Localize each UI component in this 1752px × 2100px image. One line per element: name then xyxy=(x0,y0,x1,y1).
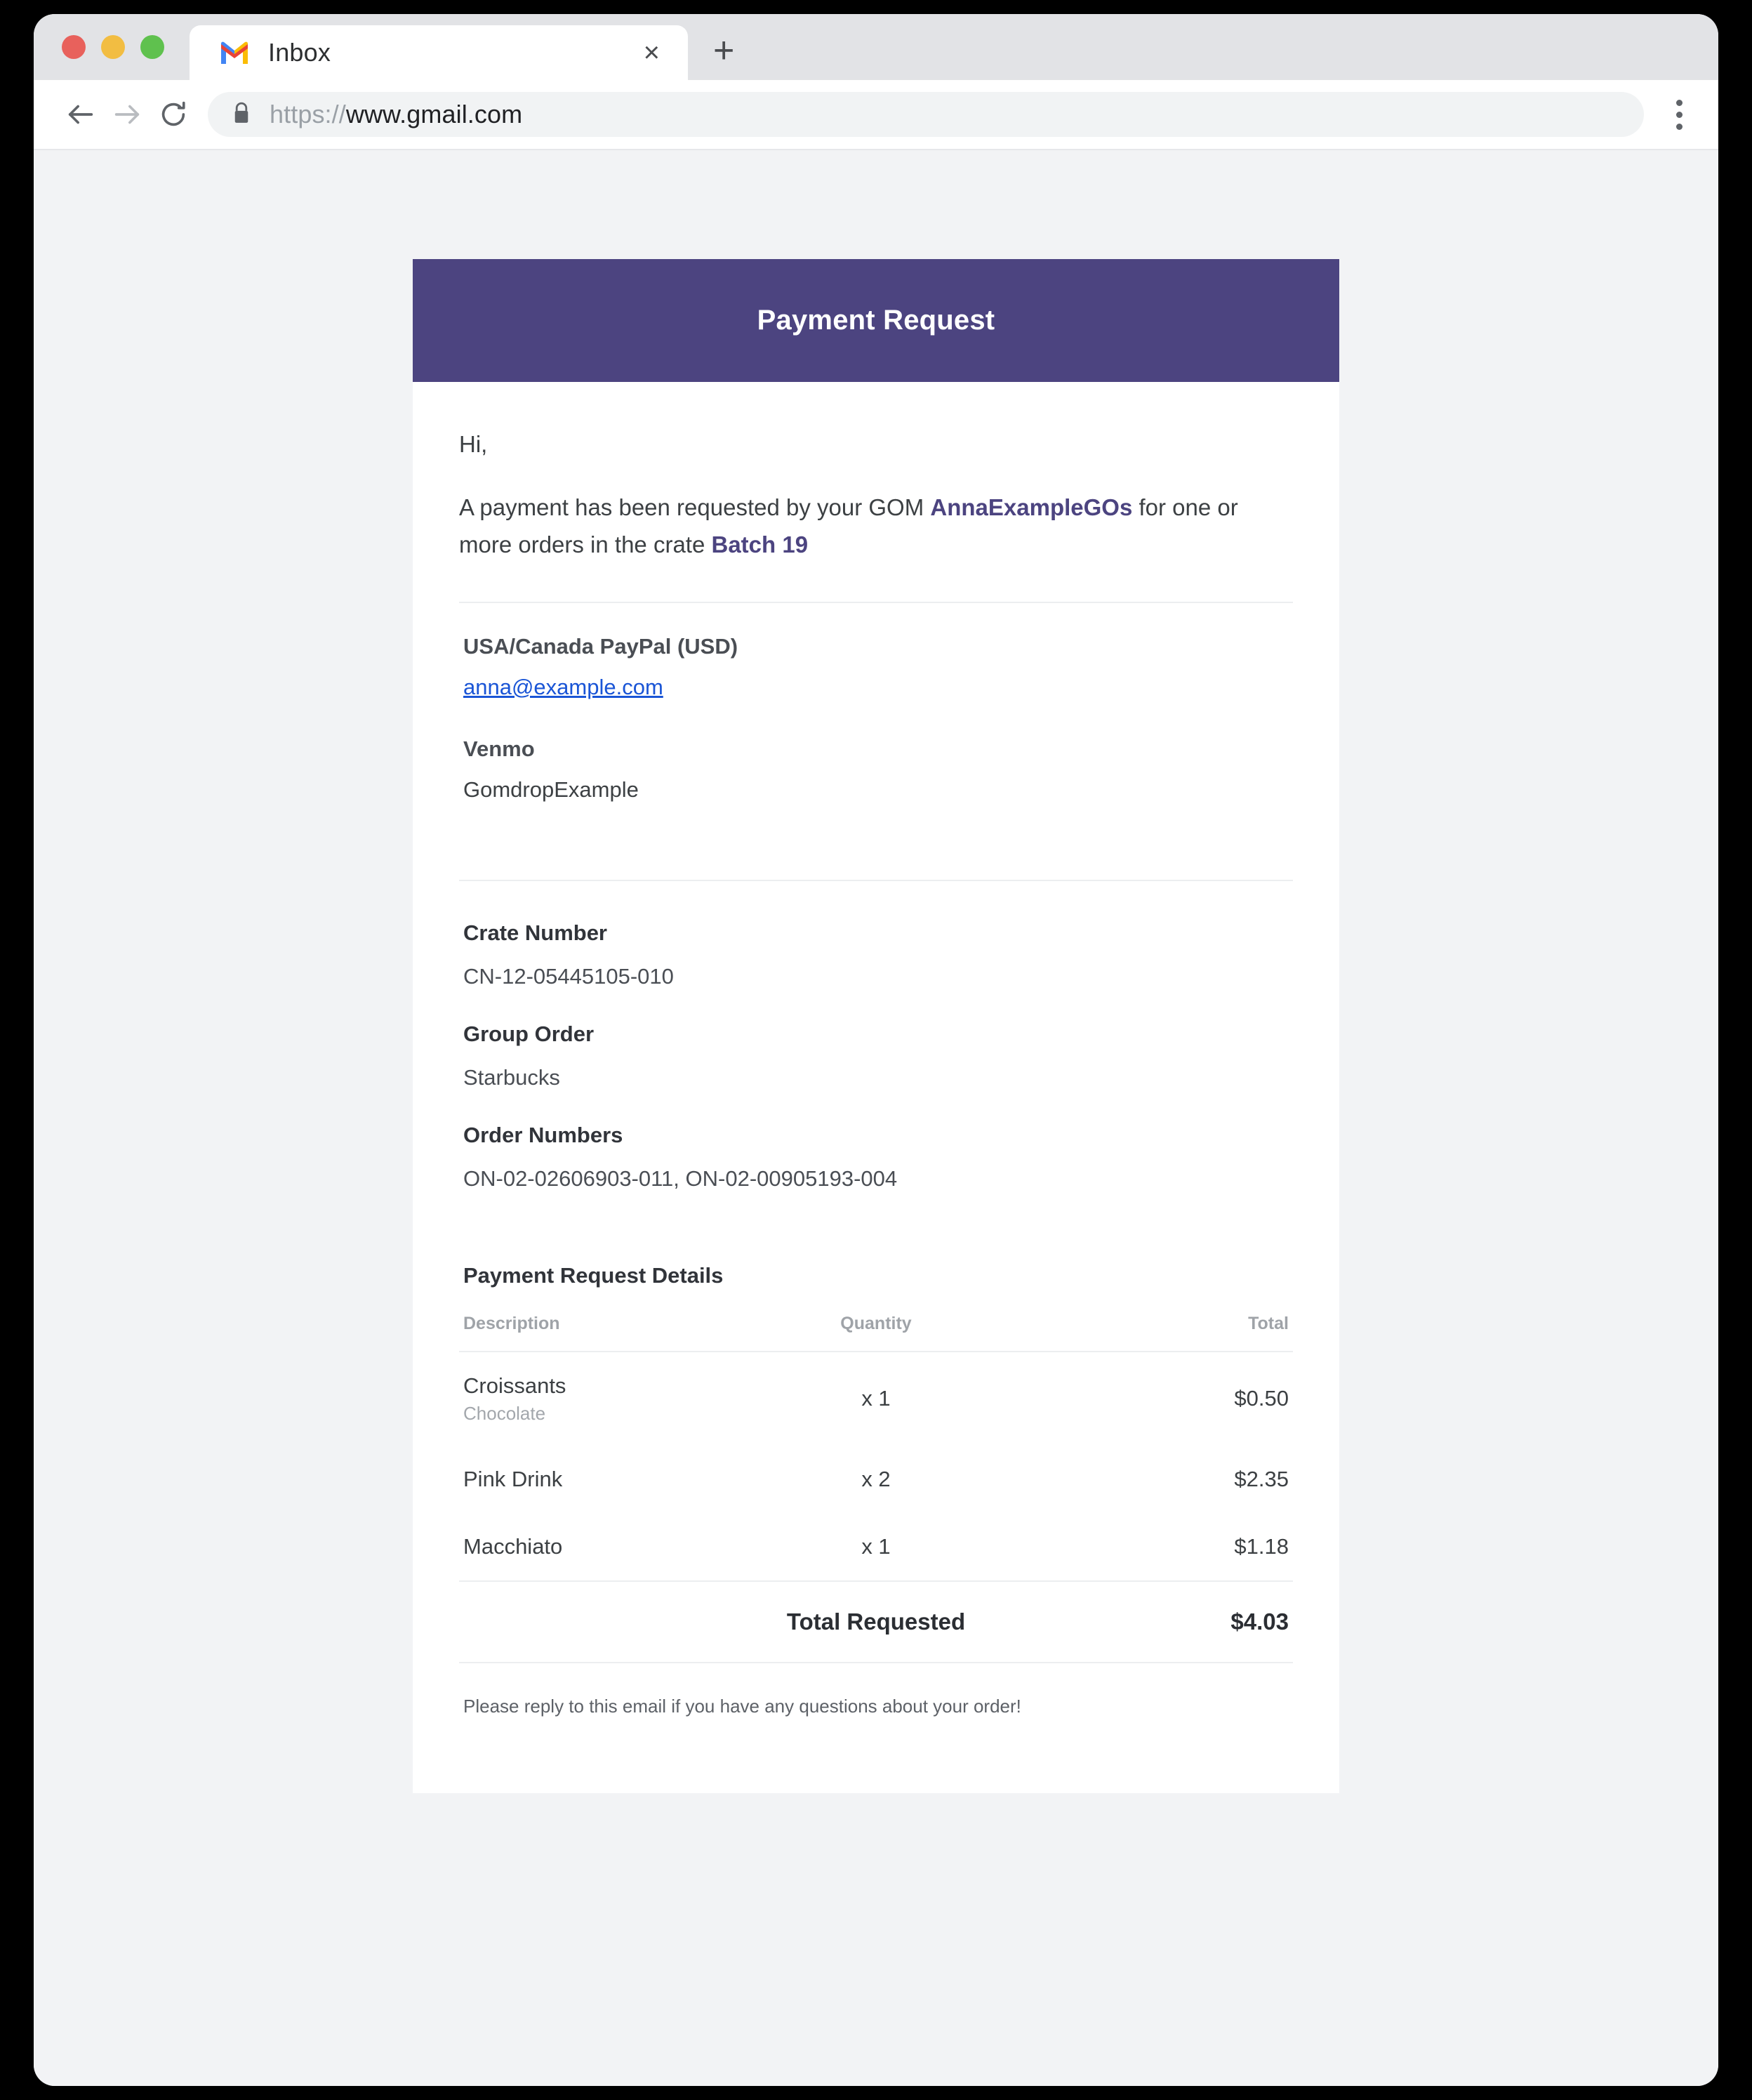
item-description: Pink Drink xyxy=(463,1466,563,1491)
table-row: Macchiato x 1 $1.18 xyxy=(459,1513,1293,1581)
item-quantity: x 1 xyxy=(861,1386,891,1411)
payment-items-table: Description Quantity Total Croissants Cho… xyxy=(459,1313,1293,1662)
lock-icon xyxy=(232,101,251,128)
url-host: www.gmail.com xyxy=(345,100,523,128)
total-spacer-cell xyxy=(459,1580,737,1662)
payment-request-details-title: Payment Request Details xyxy=(463,1262,724,1288)
url-scheme: https:// xyxy=(270,100,346,128)
browser-tab-inbox[interactable]: Inbox × xyxy=(190,25,688,80)
detail-label-order-numbers: Order Numbers xyxy=(463,1122,623,1147)
maximize-window-button[interactable] xyxy=(140,35,164,59)
traffic-lights xyxy=(62,14,164,80)
total-requested-label: Total Requested xyxy=(737,1580,1015,1662)
table-header-row: Description Quantity Total xyxy=(459,1313,1293,1352)
email-card: Payment Request Hi, A payment has been r… xyxy=(413,259,1339,1793)
greeting-text: Hi, xyxy=(459,431,488,457)
detail-value-crate-number: CN-12-05445105-010 xyxy=(463,963,674,989)
item-name: Croissants xyxy=(463,1373,566,1398)
item-total: $2.35 xyxy=(1234,1466,1289,1491)
item-quantity: x 2 xyxy=(861,1466,891,1491)
address-bar[interactable]: https://www.gmail.com xyxy=(208,92,1644,137)
gmail-icon xyxy=(219,40,250,65)
order-details-section: Crate Number CN-12-05445105-010 Group Or… xyxy=(459,881,1293,1191)
detail-label-crate-number: Crate Number xyxy=(463,920,607,945)
item-description: Croissants Chocolate xyxy=(459,1352,737,1446)
item-total: $0.50 xyxy=(1234,1386,1289,1411)
table-row: Croissants Chocolate x 1 $0.50 xyxy=(459,1352,1293,1446)
minimize-window-button[interactable] xyxy=(101,35,125,59)
email-title: Payment Request xyxy=(757,305,995,336)
item-total: $1.18 xyxy=(1234,1533,1289,1559)
payment-method-label-0: USA/Canada PayPal (USD) xyxy=(463,633,738,659)
column-header-quantity: Quantity xyxy=(737,1313,1015,1352)
email-body: Hi, A payment has been requested by your… xyxy=(413,382,1339,1793)
browser-menu-button[interactable] xyxy=(1659,91,1699,138)
column-header-description: Description xyxy=(459,1313,737,1352)
new-tab-button[interactable]: + xyxy=(713,32,734,69)
item-quantity: x 1 xyxy=(861,1533,891,1559)
email-header-banner: Payment Request xyxy=(413,259,1339,382)
table-total-row: Total Requested $4.03 xyxy=(459,1580,1293,1662)
intro-part1: A payment has been requested by your GOM xyxy=(459,494,931,520)
detail-label-group-order: Group Order xyxy=(463,1021,595,1046)
gom-name: AnnaExampleGOs xyxy=(930,494,1133,520)
reload-button[interactable] xyxy=(150,91,197,138)
close-tab-button[interactable]: × xyxy=(637,36,667,70)
payment-method-label-1: Venmo xyxy=(463,736,535,761)
tab-title: Inbox xyxy=(268,38,331,67)
forward-button[interactable] xyxy=(104,91,150,138)
payment-method-value-1: GomdropExample xyxy=(463,777,639,802)
tab-strip: Inbox × + xyxy=(34,14,1718,80)
url-text: https://www.gmail.com xyxy=(270,100,522,129)
close-window-button[interactable] xyxy=(62,35,86,59)
intro-paragraph: A payment has been requested by your GOM… xyxy=(459,489,1293,564)
detail-value-group-order: Starbucks xyxy=(463,1064,560,1090)
total-requested-value: $4.03 xyxy=(1015,1580,1293,1662)
crate-name: Batch 19 xyxy=(711,531,809,558)
page-viewport: Payment Request Hi, A payment has been r… xyxy=(34,150,1718,2086)
detail-value-order-numbers: ON-02-02606903-011, ON-02-00905193-004 xyxy=(463,1165,898,1191)
paypal-email-link[interactable]: anna@example.com xyxy=(463,675,663,699)
back-button[interactable] xyxy=(58,91,104,138)
three-dots-vertical-icon xyxy=(1675,99,1683,106)
item-description: Macchiato xyxy=(463,1533,563,1559)
column-header-total: Total xyxy=(1015,1313,1293,1352)
browser-toolbar: https://www.gmail.com xyxy=(34,80,1718,150)
payment-method-value-0: anna@example.com xyxy=(463,675,1293,700)
item-subtitle: Chocolate xyxy=(463,1402,546,1424)
reply-note-text: Please reply to this email if you have a… xyxy=(463,1695,1021,1717)
browser-window: Inbox × + https://www.gmail.com Payment … xyxy=(34,14,1718,2086)
payment-methods-section: USA/Canada PayPal (USD) anna@example.com… xyxy=(459,603,1293,803)
table-row: Pink Drink x 2 $2.35 xyxy=(459,1446,1293,1513)
